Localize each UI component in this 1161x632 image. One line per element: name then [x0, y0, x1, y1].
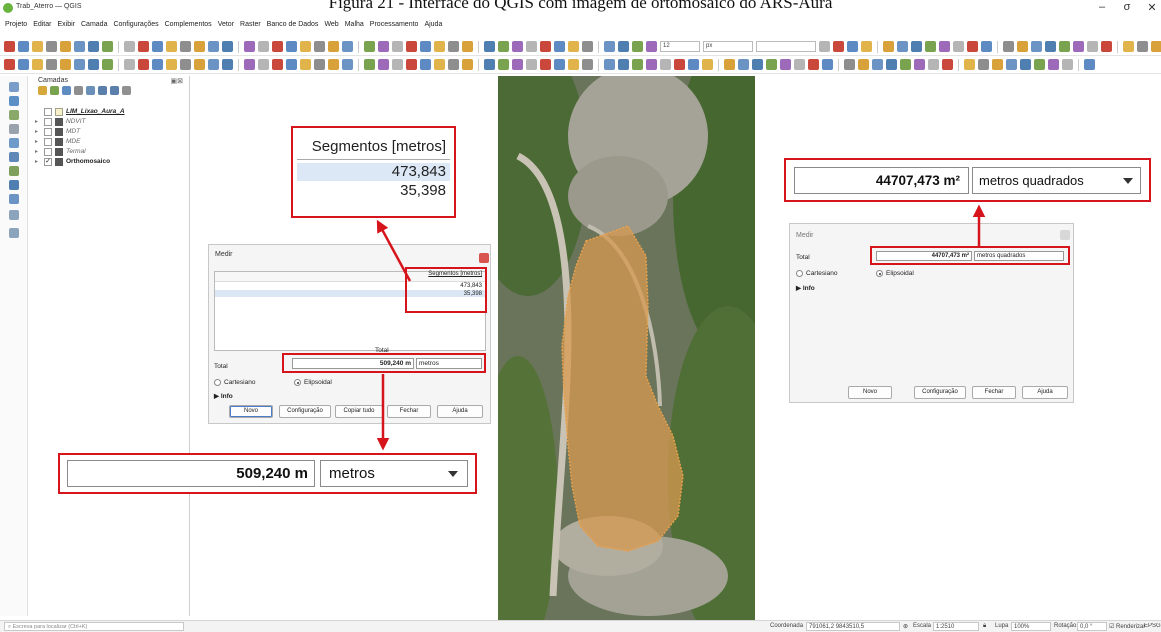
locator-placeholder: Escreva para localizar (Ctrl+K)	[12, 624, 88, 630]
scale-label: Escala	[913, 623, 932, 629]
scale-input[interactable]: 1:2510	[933, 622, 979, 631]
render-label[interactable]: ☑ Renderizar	[1109, 623, 1145, 630]
callout-arrows	[376, 204, 986, 451]
arrow-to-segments-callout	[376, 219, 412, 282]
rotation-label: Rotação	[1054, 623, 1077, 629]
lock-scale-icon[interactable]: 🔒︎	[983, 623, 986, 630]
extent-toggle-icon[interactable]: ⊛	[903, 623, 908, 630]
render-label-text: Renderizar	[1116, 624, 1146, 630]
coordinate-value[interactable]: 791061,2 9843510,5	[806, 622, 900, 631]
locator-search-input[interactable]: ⌕ Escreva para localizar (Ctrl+K)	[4, 622, 184, 631]
coordinate-label: Coordenada	[770, 623, 804, 629]
rotation-input[interactable]: 0,0 °	[1077, 622, 1107, 631]
crs-button[interactable]: EPSG:31982	[1144, 623, 1161, 629]
magnifier-input[interactable]: 100%	[1011, 622, 1051, 631]
status-bar: ⌕ Escreva para localizar (Ctrl+K) Coorde…	[0, 620, 1161, 632]
magnifier-label: Lupa	[995, 623, 1009, 629]
